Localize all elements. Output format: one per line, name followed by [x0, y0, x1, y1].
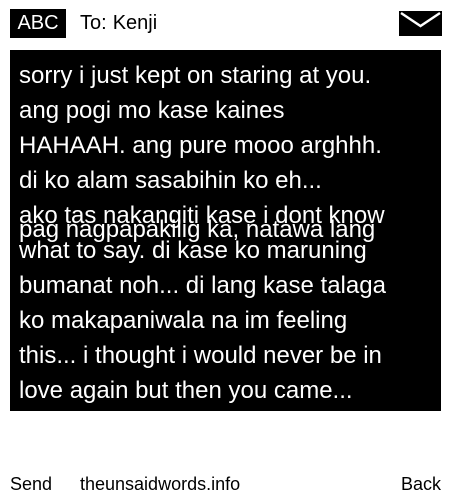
softkey-bar: Send theunsaidwords.info Back: [0, 470, 450, 498]
compose-header: ABC To: Kenji: [0, 0, 450, 46]
message-line: love again but then you came...: [19, 377, 353, 404]
message-line: this... i thought i would never be in: [19, 342, 382, 369]
message-line: sorry i just kept on staring at you.: [19, 62, 372, 89]
message-line: ako tas nakangiti kase i dont know: [19, 202, 385, 229]
back-softkey[interactable]: Back: [401, 470, 441, 498]
to-label: To:: [80, 12, 107, 34]
message-line: ko makapaniwala na im feeling: [19, 307, 348, 334]
message-line: ang pogi mo kase kaines: [19, 97, 285, 124]
envelope-icon: [399, 11, 442, 36]
send-softkey[interactable]: Send: [10, 470, 52, 498]
recipient-name: Kenji: [112, 12, 158, 34]
recipient-field[interactable]: To: Kenji: [80, 9, 157, 38]
message-body[interactable]: sorry i just kept on staring at you. ang…: [10, 50, 441, 411]
message-line: HAHAAH. ang pure mooo arghhh.: [19, 132, 382, 159]
message-line: bumanat noh... di lang kase talaga: [19, 272, 386, 299]
message-line: di ko alam sasabihin ko eh...: [19, 167, 322, 194]
message-line: what to say. di kase ko maruning: [19, 237, 367, 264]
input-mode-badge[interactable]: ABC: [10, 9, 66, 38]
site-watermark: theunsaidwords.info: [80, 474, 241, 494]
